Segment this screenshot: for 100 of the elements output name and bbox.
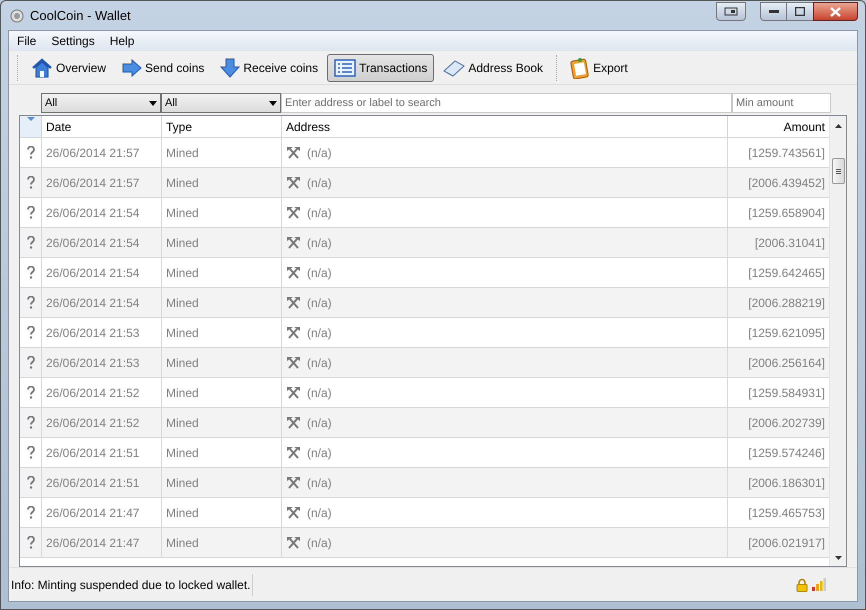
date-filter-dropdown[interactable]: All — [41, 93, 161, 113]
table-cell-text: Mined — [166, 144, 199, 162]
scrollbar[interactable] — [829, 116, 846, 566]
question-mark-icon — [26, 206, 34, 219]
crossed-hammers-icon — [286, 296, 301, 309]
crossed-hammers-icon — [286, 476, 301, 489]
table-row[interactable]: 26/06/2014 21:52 Mined (n/a) [1259.584931] — [20, 378, 829, 408]
toolbar-button[interactable]: Transactions — [327, 54, 434, 82]
minimize-button[interactable] — [760, 2, 787, 21]
table-cell-text: (n/a) — [307, 294, 332, 312]
window-title: CoolCoin - Wallet — [30, 6, 131, 25]
table-cell-text: 26/06/2014 21:54 — [46, 204, 140, 222]
clipboard-icon — [570, 56, 590, 78]
list-icon — [334, 58, 356, 76]
column-header[interactable]: Type — [162, 116, 282, 137]
toolbar-button[interactable]: Export — [563, 54, 635, 82]
table-cell-text: 26/06/2014 21:57 — [46, 144, 140, 162]
table-cell-text: [2006.288219] — [748, 294, 825, 312]
type-filter-dropdown[interactable]: All — [161, 93, 281, 113]
scroll-up-icon — [834, 124, 842, 128]
toolbar-button[interactable]: Overview — [24, 54, 114, 82]
crossed-hammers-icon — [286, 386, 301, 399]
crossed-hammers-icon — [286, 416, 301, 429]
question-mark-icon — [26, 176, 34, 189]
table-cell-text: [1259.621095] — [748, 324, 825, 342]
minimize-icon — [768, 10, 778, 14]
table-row[interactable]: 26/06/2014 21:51 Mined (n/a) [1259.574246] — [20, 438, 829, 468]
signal-bars-icon — [812, 578, 826, 591]
table-cell-text: (n/a) — [307, 534, 332, 552]
crossed-hammers-icon — [286, 446, 301, 459]
toolbar-button[interactable]: Send coins — [115, 54, 212, 82]
table-row[interactable]: 26/06/2014 21:47 Mined (n/a) [2006.021917] — [20, 528, 829, 558]
table-row[interactable]: 26/06/2014 21:54 Mined (n/a) [2006.31041] — [20, 228, 829, 258]
table-row[interactable]: 26/06/2014 21:54 Mined (n/a) [2006.288219] — [20, 288, 829, 318]
table-cell-text: [1259.574246] — [748, 444, 825, 462]
window-extra-button[interactable] — [716, 2, 746, 21]
table-cell-text: 26/06/2014 21:54 — [46, 234, 140, 252]
table-cell-text: (n/a) — [307, 354, 332, 372]
table-cell-text: Mined — [166, 354, 199, 372]
maximize-button[interactable] — [787, 2, 813, 21]
table-cell-text: Mined — [166, 414, 199, 432]
table-cell-text: [1259.658904] — [748, 204, 825, 222]
table-cell-text: (n/a) — [307, 144, 332, 162]
table-cell-text: (n/a) — [307, 264, 332, 282]
question-mark-icon — [26, 296, 34, 309]
status-message: Info: Minting suspended due to locked wallet. — [10, 574, 254, 596]
question-mark-icon — [26, 266, 34, 279]
menu-item[interactable]: Settings — [51, 32, 95, 50]
search-field[interactable]: Enter address or label to search — [281, 93, 732, 113]
table-row[interactable]: 26/06/2014 21:57 Mined (n/a) [1259.743561] — [20, 138, 829, 168]
table-cell-text: (n/a) — [307, 444, 332, 462]
table-row[interactable]: 26/06/2014 21:52 Mined (n/a) [2006.202739] — [20, 408, 829, 438]
table-row[interactable]: 26/06/2014 21:53 Mined (n/a) [1259.621095] — [20, 318, 829, 348]
table-cell-text: [1259.642465] — [748, 264, 825, 282]
table-cell-text: [2006.186301] — [748, 474, 825, 492]
table-cell-text: Mined — [166, 174, 199, 192]
table-cell-text: Mined — [166, 324, 199, 342]
table-cell-text: 26/06/2014 21:53 — [46, 324, 140, 342]
table-cell-text: [2006.439452] — [748, 174, 825, 192]
table-cell-text: (n/a) — [307, 324, 332, 342]
table-row[interactable]: 26/06/2014 21:54 Mined (n/a) [1259.658904] — [20, 198, 829, 228]
maximize-icon — [795, 7, 805, 16]
crossed-hammers-icon — [286, 206, 301, 219]
down-arrow-icon — [220, 58, 240, 78]
table-row[interactable]: 26/06/2014 21:57 Mined (n/a) [2006.439452] — [20, 168, 829, 198]
table-cell-text: (n/a) — [307, 504, 332, 522]
table-cell-text: [1259.584931] — [748, 384, 825, 402]
crossed-hammers-icon — [286, 236, 301, 249]
table-cell-text: Mined — [166, 534, 199, 552]
right-arrow-icon — [122, 58, 142, 76]
table-cell-text: Mined — [166, 204, 199, 222]
table-cell-text: 26/06/2014 21:53 — [46, 354, 140, 372]
table-cell-text: 26/06/2014 21:52 — [46, 414, 140, 432]
toolbar-button[interactable]: Receive coins — [213, 54, 326, 82]
close-button[interactable] — [813, 2, 858, 21]
question-mark-icon — [26, 446, 34, 459]
table-cell-text: Mined — [166, 444, 199, 462]
toolbar-button[interactable]: Address Book — [436, 54, 550, 82]
crossed-hammers-icon — [286, 326, 301, 339]
table-cell-text: Mined — [166, 504, 199, 522]
scroll-thumb[interactable] — [832, 158, 844, 184]
column-header[interactable]: Amount — [728, 116, 829, 137]
crossed-hammers-icon — [286, 356, 301, 369]
table-cell-text: Mined — [166, 234, 199, 252]
min-amount-field[interactable]: Min amount — [732, 93, 831, 113]
question-mark-icon — [26, 536, 34, 549]
status-column-header[interactable] — [20, 116, 42, 137]
menu-item[interactable]: Help — [110, 32, 134, 50]
table-cell-text: 26/06/2014 21:54 — [46, 264, 140, 282]
table-cell-text: Mined — [166, 384, 199, 402]
question-mark-icon — [26, 506, 34, 519]
column-header[interactable]: Address — [282, 116, 728, 137]
table-row[interactable]: 26/06/2014 21:51 Mined (n/a) [2006.186301] — [20, 468, 829, 498]
column-header[interactable]: Date — [42, 116, 162, 137]
table-cell-text: (n/a) — [307, 474, 332, 492]
menu-item[interactable]: File — [17, 32, 36, 50]
table-cell-text: [2006.202739] — [748, 414, 825, 432]
table-row[interactable]: 26/06/2014 21:47 Mined (n/a) [1259.465753] — [20, 498, 829, 528]
table-row[interactable]: 26/06/2014 21:53 Mined (n/a) [2006.256164] — [20, 348, 829, 378]
table-row[interactable]: 26/06/2014 21:54 Mined (n/a) [1259.642465] — [20, 258, 829, 288]
